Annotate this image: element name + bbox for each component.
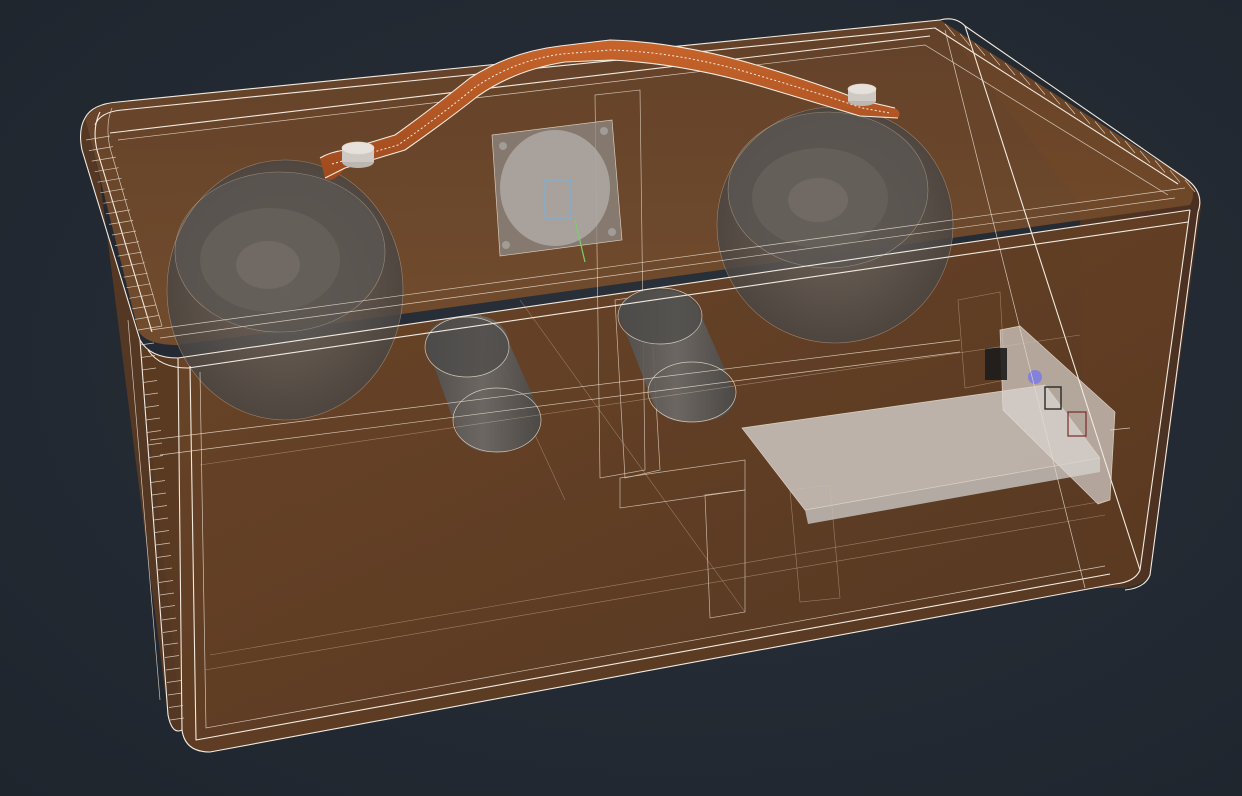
left-woofer-dustcap	[236, 241, 300, 289]
power-jack	[985, 348, 1007, 380]
cad-viewport[interactable]	[0, 0, 1242, 796]
center-tweeter[interactable]	[491, 119, 623, 263]
speaker-box-model[interactable]	[0, 0, 1242, 796]
left-woofer[interactable]	[166, 159, 404, 421]
handle-bolt-right-icon	[847, 83, 877, 106]
usb-port-icon	[1028, 370, 1042, 384]
right-woofer-dustcap	[788, 178, 848, 222]
tweeter-dome	[500, 130, 610, 246]
handle-bolt-left-icon	[341, 141, 375, 168]
